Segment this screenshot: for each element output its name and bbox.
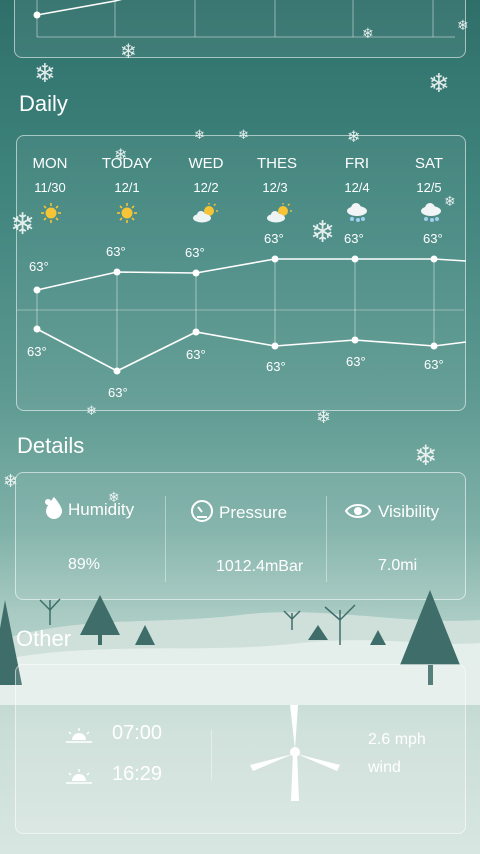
low-temp-line — [36, 328, 467, 372]
other-section-title: Other — [16, 626, 72, 651]
details-divider — [165, 496, 166, 582]
sunset-icon — [66, 769, 92, 784]
high-temp-label: 63° — [185, 245, 205, 260]
humidity-label: Humidity — [68, 500, 135, 519]
humidity-value: 89% — [68, 556, 101, 573]
wind-label: wind — [368, 759, 401, 776]
details-section-title: Details — [17, 433, 85, 458]
day-date: 11/30 — [34, 180, 66, 195]
other-divider — [211, 730, 212, 780]
low-temp-label: 63° — [424, 357, 444, 372]
day-date: 12/2 — [193, 180, 219, 195]
visibility-label: Visibility — [378, 502, 440, 521]
high-temp-label: 63° — [106, 244, 126, 259]
day-date: 12/3 — [262, 180, 288, 195]
daily-temperature-chart — [17, 255, 467, 375]
visibility-value: 7.0mi — [378, 557, 418, 574]
hourly-chart — [33, 0, 455, 38]
day-name: SAT — [414, 155, 444, 172]
low-temp-label: 63° — [108, 385, 128, 400]
day-name: FRI — [344, 155, 370, 172]
sunrise-time: 07:00 — [112, 722, 163, 744]
day-name: TODAY — [101, 155, 153, 172]
droplet-icon — [45, 497, 62, 519]
hourly-chart-panel — [14, 0, 466, 58]
partly-cloudy-icon — [193, 203, 218, 223]
details-divider — [326, 496, 327, 582]
day-name: MON — [32, 155, 68, 172]
low-temp-label: 63° — [346, 354, 366, 369]
high-temp-label: 63° — [344, 231, 364, 246]
day-name: THES — [256, 155, 297, 172]
wind-speed: 2.6 mph — [368, 731, 426, 748]
daily-section-title: Daily — [19, 91, 68, 116]
sunrise-icon — [66, 728, 92, 743]
low-temp-label: 63° — [266, 359, 286, 374]
details-panel — [15, 472, 466, 600]
high-temp-label: 63° — [29, 259, 49, 274]
sunset-time: 16:29 — [112, 763, 163, 785]
day-name: WED — [188, 155, 224, 172]
snow-cloud-icon — [421, 203, 441, 222]
sun-icon — [117, 203, 137, 223]
day-date: 12/1 — [114, 180, 140, 195]
pressure-value: 1012.4mBar — [216, 558, 304, 575]
high-temp-label: 63° — [423, 231, 443, 246]
snow-cloud-icon — [347, 203, 367, 222]
high-temp-label: 63° — [264, 231, 284, 246]
low-temp-label: 63° — [27, 344, 47, 359]
day-date: 12/4 — [344, 180, 370, 195]
partly-cloudy-icon — [267, 203, 292, 223]
day-date: 12/5 — [416, 180, 442, 195]
gauge-icon — [191, 500, 213, 522]
eye-icon — [344, 504, 372, 518]
high-temp-line — [36, 258, 467, 291]
low-temp-label: 63° — [186, 347, 206, 362]
sun-icon — [41, 203, 61, 223]
wind-turbine-icon — [250, 705, 340, 801]
pressure-label: Pressure — [219, 503, 288, 522]
